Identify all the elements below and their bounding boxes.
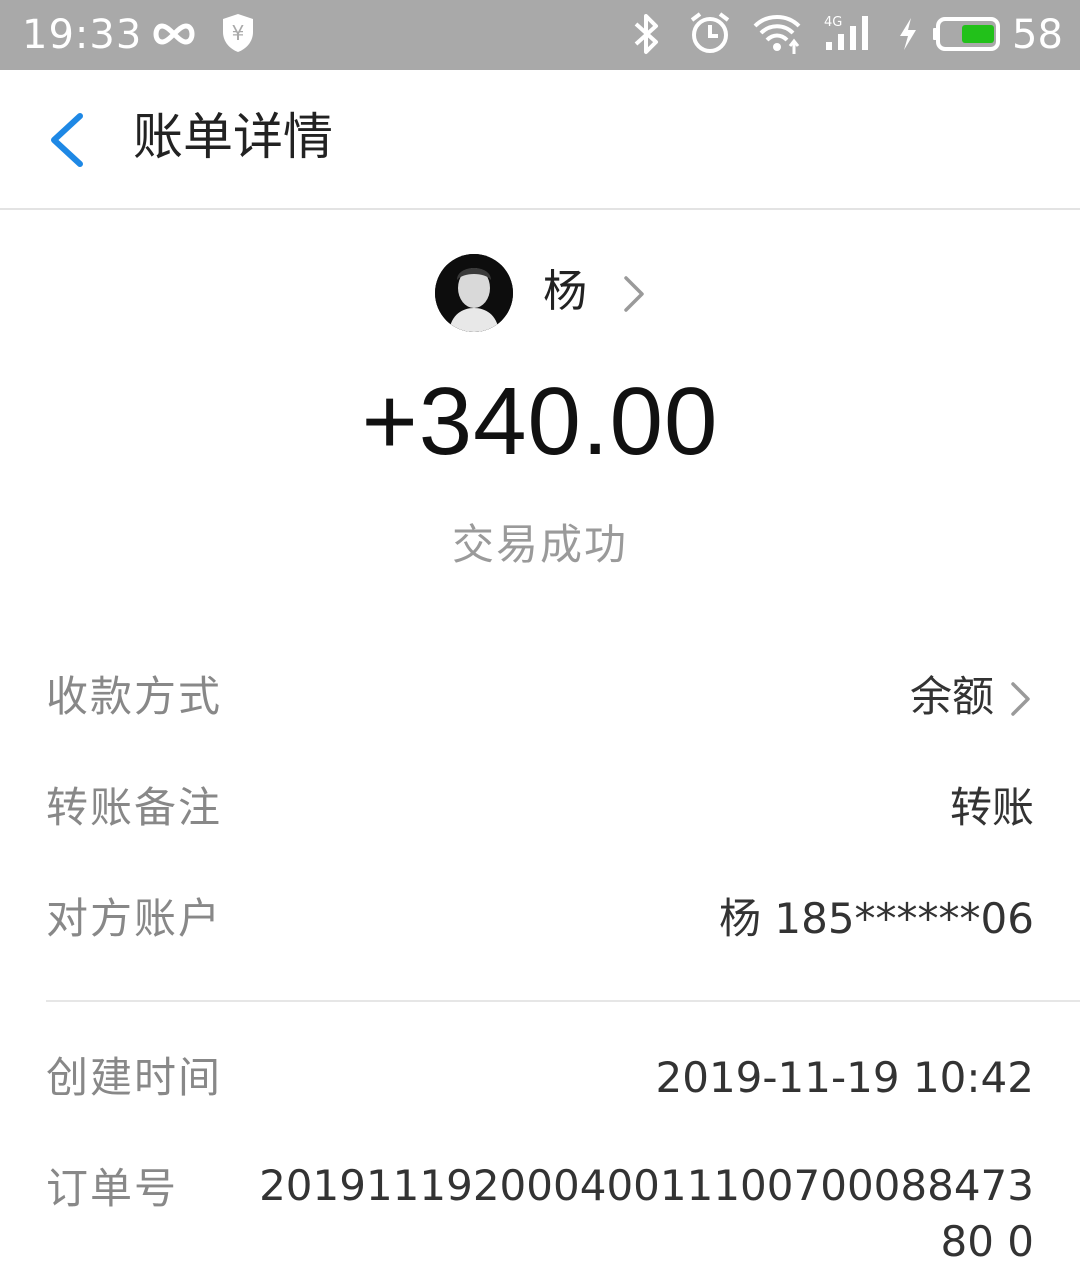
chevron-left-icon bbox=[51, 113, 83, 167]
svg-text:¥: ¥ bbox=[232, 21, 245, 45]
4g-signal-icon: 4G bbox=[824, 15, 868, 50]
detail-row-created-time: 创建时间 2019-11-19 10:42 bbox=[46, 1043, 1034, 1113]
svg-text:4G: 4G bbox=[824, 15, 842, 30]
chevron-right-icon bbox=[1011, 682, 1030, 716]
avatar-image bbox=[435, 254, 513, 332]
infinity-icon bbox=[153, 23, 195, 45]
chevron-right-icon[interactable] bbox=[620, 274, 648, 314]
detail-row-transfer-note: 转账备注 转账 bbox=[46, 773, 1034, 843]
transaction-header: 杨 +340.00 交易成功 bbox=[0, 212, 1080, 612]
transaction-amount: +340.00 bbox=[361, 368, 719, 475]
charging-icon bbox=[900, 18, 916, 50]
avatar[interactable] bbox=[435, 254, 513, 332]
battery-percent: 58 bbox=[1012, 12, 1063, 58]
nav-bar: 账单详情 bbox=[0, 70, 1080, 210]
transaction-status: 交易成功 bbox=[451, 520, 628, 569]
page-title: 账单详情 bbox=[133, 108, 333, 166]
detail-value: 转账 bbox=[949, 783, 1034, 832]
wifi-icon bbox=[753, 15, 801, 54]
shield-yen-icon: ¥ bbox=[223, 14, 253, 52]
detail-value: 2019-11-19 10:42 bbox=[655, 1053, 1034, 1102]
detail-value: 杨 185******06 bbox=[719, 894, 1034, 943]
status-bar: 19:33 ¥ 4G 58 bbox=[0, 0, 1080, 70]
detail-row-payment-method[interactable]: 收款方式 余额 bbox=[46, 662, 1034, 732]
status-time: 19:33 bbox=[22, 12, 143, 58]
divider bbox=[46, 1000, 1080, 1002]
detail-value: 余额 bbox=[909, 672, 994, 721]
detail-label: 转账备注 bbox=[46, 783, 223, 832]
alarm-icon bbox=[690, 12, 730, 53]
detail-label: 收款方式 bbox=[46, 672, 223, 721]
contact-name[interactable]: 杨 bbox=[543, 262, 587, 322]
back-button[interactable] bbox=[40, 106, 100, 174]
order-number-value: 2019111920004001110070008847380 0 bbox=[259, 1161, 1034, 1266]
detail-row-counterparty-account: 对方账户 杨 185******06 bbox=[46, 884, 1034, 954]
detail-label: 创建时间 bbox=[46, 1053, 223, 1102]
battery-icon bbox=[933, 17, 1000, 51]
bluetooth-icon bbox=[634, 14, 658, 54]
detail-label: 对方账户 bbox=[46, 894, 223, 943]
detail-label: 订单号 bbox=[46, 1164, 179, 1213]
